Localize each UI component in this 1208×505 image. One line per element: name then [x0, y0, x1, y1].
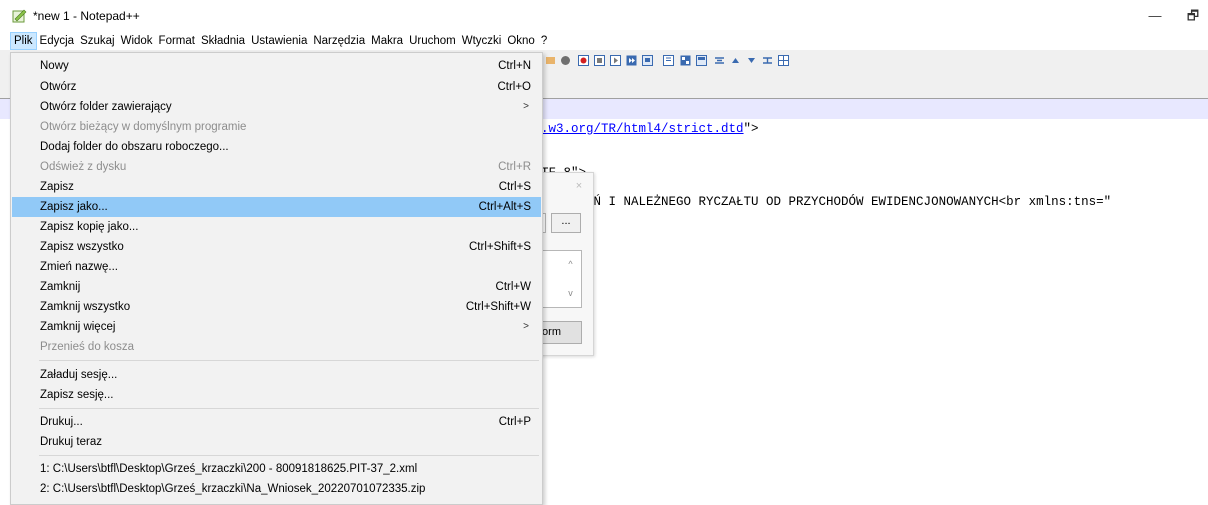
panel-icon[interactable]: [696, 55, 707, 66]
function-list-icon[interactable]: [663, 55, 674, 66]
menu-item-odswiez: Odśwież z dysku Ctrl+R: [12, 157, 541, 177]
notepadpp-app-icon: [12, 9, 27, 23]
save-macro-icon[interactable]: [642, 55, 653, 66]
menu-item-recent-file-2[interactable]: 2: C:\Users\btfl\Desktop\Grześ_krzaczki\…: [12, 479, 541, 499]
menu-item-otworz-folder[interactable]: Otwórz folder zawierający >: [12, 97, 541, 117]
menu-item-label: Zapisz kopię jako...: [40, 221, 139, 233]
grid-icon[interactable]: [778, 55, 789, 66]
menu-makra[interactable]: Makra: [368, 32, 406, 50]
menu-bar: Plik Edycja Szukaj Widok Format Składnia…: [0, 32, 1208, 50]
menu-item-label: Zamknij wszystko: [40, 301, 131, 313]
title-bar: *new 1 - Notepad++ — 🗗: [0, 0, 1208, 32]
code-line-1-tail: ">: [743, 122, 759, 136]
menu-item-zapisz-jako[interactable]: Zapisz jako... Ctrl+Alt+S: [12, 197, 541, 217]
menu-item-label: Zamknij: [40, 281, 81, 293]
menu-item-shortcut: Ctrl+P: [498, 416, 531, 428]
menu-szukaj[interactable]: Szukaj: [77, 32, 118, 50]
menu-item-dodaj-folder[interactable]: Dodaj folder do obszaru roboczego...: [12, 137, 541, 157]
menu-skladnia[interactable]: Składnia: [198, 32, 248, 50]
menu-item-shortcut: Ctrl+W: [495, 281, 531, 293]
menu-item-label: Odśwież z dysku: [40, 161, 127, 173]
menu-item-otworz[interactable]: Otwórz Ctrl+O: [12, 77, 541, 97]
run-multiple-macro-icon[interactable]: [626, 55, 637, 66]
menu-item-label: 1: C:\Users\btfl\Desktop\Grześ_krzaczki\…: [40, 463, 418, 475]
menu-uruchom[interactable]: Uruchom: [406, 32, 459, 50]
expand-icon[interactable]: [762, 55, 773, 66]
menu-edycja[interactable]: Edycja: [37, 32, 78, 50]
submenu-arrow-icon: >: [523, 101, 529, 112]
menu-help[interactable]: ?: [538, 32, 550, 50]
menu-wtyczki[interactable]: Wtyczki: [459, 32, 505, 50]
menu-item-zamknij[interactable]: Zamknij Ctrl+W: [12, 277, 541, 297]
record-macro-icon[interactable]: [578, 55, 589, 66]
menu-item-label: Zmień nazwę...: [40, 261, 118, 273]
menu-item-zamknij-wszystko[interactable]: Zamknij wszystko Ctrl+Shift+W: [12, 297, 541, 317]
macro-icon[interactable]: [545, 55, 556, 66]
menu-item-zmien-nazwe[interactable]: Zmień nazwę...: [12, 257, 541, 277]
menu-item-shortcut: Ctrl+Alt+S: [478, 201, 531, 213]
menu-item-przenies-do-kosza: Przenieś do kosza: [12, 337, 541, 357]
minimize-button[interactable]: —: [1140, 4, 1170, 28]
menu-item-label: Zapisz wszystko: [40, 241, 124, 253]
dialog-browse-button[interactable]: ...: [551, 213, 581, 233]
menu-item-label: Załaduj sesję...: [40, 369, 118, 381]
menu-item-zapisz-sesje[interactable]: Zapisz sesję...: [12, 385, 541, 405]
dialog-close-icon[interactable]: ×: [571, 178, 587, 194]
menu-item-label: Zapisz sesję...: [40, 389, 114, 401]
restore-button[interactable]: 🗗: [1178, 4, 1208, 28]
menu-item-nowy[interactable]: Nowy Ctrl+N: [12, 56, 541, 76]
menu-item-label: Drukuj...: [40, 416, 83, 428]
scroll-up-icon[interactable]: ^: [563, 257, 578, 271]
menu-separator: [39, 455, 539, 456]
scroll-down-icon[interactable]: v: [563, 286, 578, 300]
menu-separator: [39, 360, 539, 361]
menu-item-label: Otwórz folder zawierający: [40, 101, 172, 113]
menu-ustawienia[interactable]: Ustawienia: [248, 32, 310, 50]
menu-item-label: Przenieś do kosza: [40, 341, 134, 353]
menu-item-label: Zapisz jako...: [40, 201, 108, 213]
menu-item-drukuj[interactable]: Drukuj... Ctrl+P: [12, 412, 541, 432]
menu-item-shortcut: Ctrl+R: [498, 161, 531, 173]
menu-item-zapisz[interactable]: Zapisz Ctrl+S: [12, 177, 541, 197]
play-macro-icon[interactable]: [610, 55, 621, 66]
menu-item-zaladuj-sesje[interactable]: Załaduj sesję...: [12, 365, 541, 385]
menu-item-label: Nowy: [40, 60, 69, 72]
stop-macro-icon[interactable]: [594, 55, 605, 66]
menu-item-label: Zapisz: [40, 181, 74, 193]
menu-item-drukuj-teraz[interactable]: Drukuj teraz: [12, 432, 541, 452]
submenu-arrow-icon: >: [523, 321, 529, 332]
menu-item-recent-file-1[interactable]: 1: C:\Users\btfl\Desktop\Grześ_krzaczki\…: [12, 459, 541, 479]
menu-item-shortcut: Ctrl+Shift+S: [469, 241, 531, 253]
menu-item-label: 2: C:\Users\btfl\Desktop\Grześ_krzaczki\…: [40, 483, 426, 495]
menu-item-label: Zamknij więcej: [40, 321, 116, 333]
menu-item-label: Dodaj folder do obszaru roboczego...: [40, 141, 229, 153]
arrow-up-icon[interactable]: [730, 55, 741, 66]
menu-item-shortcut: Ctrl+N: [498, 60, 531, 72]
code-line-3-text: ODLICZEŃ I NALEŻNEGO RYCZAŁTU OD PRZYCHO…: [541, 195, 1112, 209]
menu-separator: [39, 408, 539, 409]
stop-recording-icon[interactable]: [560, 55, 571, 66]
menu-item-label: Otwórz: [40, 81, 77, 93]
menu-item-label: Drukuj teraz: [40, 436, 102, 448]
dtd-link[interactable]: .w3.org/TR/html4/strict.dtd: [541, 122, 744, 136]
menu-okno[interactable]: Okno: [504, 32, 538, 50]
collapse-icon[interactable]: [714, 55, 725, 66]
menu-item-shortcut: Ctrl+Shift+W: [465, 301, 531, 313]
menu-item-shortcut: Ctrl+O: [497, 81, 531, 93]
menu-narzedzia[interactable]: Narzędzia: [310, 32, 368, 50]
menu-widok[interactable]: Widok: [118, 32, 156, 50]
menu-item-shortcut: Ctrl+S: [498, 181, 531, 193]
menu-item-label: Otwórz bieżący w domyślnym programie: [40, 121, 247, 133]
menu-item-zamknij-wiecej[interactable]: Zamknij więcej >: [12, 317, 541, 337]
arrow-down-icon[interactable]: [746, 55, 757, 66]
window-title: *new 1 - Notepad++: [33, 9, 140, 23]
menu-item-zapisz-wszystko[interactable]: Zapisz wszystko Ctrl+Shift+S: [12, 237, 541, 257]
file-menu-dropdown: Nowy Ctrl+N Otwórz Ctrl+O Otwórz folder …: [10, 52, 543, 505]
menu-item-zapisz-kopie[interactable]: Zapisz kopię jako...: [12, 217, 541, 237]
menu-item-otworz-domyslny: Otwórz bieżący w domyślnym programie: [12, 117, 541, 137]
menu-format[interactable]: Format: [156, 32, 198, 50]
doc-map-icon[interactable]: [680, 55, 691, 66]
menu-plik[interactable]: Plik: [10, 32, 37, 50]
